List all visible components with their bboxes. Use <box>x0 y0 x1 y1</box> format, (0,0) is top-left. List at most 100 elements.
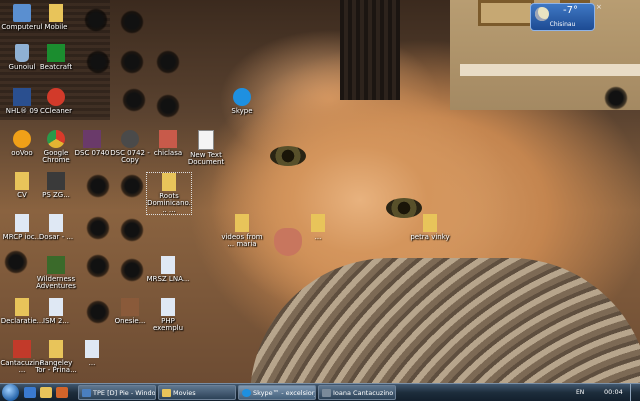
picture-frame <box>478 0 534 26</box>
desktop-icon-roots[interactable]: Roots Dominicano... ... <box>146 172 192 215</box>
scribble-mark <box>86 300 110 324</box>
scribble-mark <box>86 254 110 278</box>
icon-label: Beatcraft <box>39 63 73 71</box>
folder-icon <box>311 214 325 232</box>
text-document-icon <box>198 130 214 150</box>
recycle-bin-icon <box>15 44 29 62</box>
language-indicator[interactable]: EN <box>576 384 584 401</box>
taskbar: TPE [D] Pie - Window... Movies Skype™ - … <box>0 383 640 401</box>
desktop-icon-beatcraft[interactable]: Beatcraft <box>34 44 78 71</box>
window-icon <box>82 389 91 397</box>
desktop-icon-doc[interactable]: ... <box>70 340 114 367</box>
desktop-icon-ism[interactable]: ISM 2... <box>34 298 78 325</box>
image-icon <box>121 298 139 316</box>
taskbar-item[interactable]: Ioana Cantacuzino - ... <box>318 385 396 400</box>
scribble-mark <box>86 50 110 74</box>
folder-icon <box>49 340 63 358</box>
ccleaner-icon <box>47 88 65 106</box>
icon-label: CCleaner <box>40 107 72 115</box>
icon-label: ISM 2... <box>43 317 69 325</box>
scribble-mark <box>120 174 144 198</box>
taskbar-item-label: TPE [D] Pie - Window... <box>93 389 156 397</box>
media-player-icon[interactable] <box>56 387 68 398</box>
document-icon <box>49 214 63 232</box>
taskbar-item[interactable]: Skype™ - excelsior_5... <box>238 385 316 400</box>
skype-icon <box>242 389 251 397</box>
folder-icon <box>162 389 171 397</box>
weather-gadget[interactable]: -7° Chisinau <box>530 3 595 31</box>
desktop-icon-ccleaner[interactable]: CCleaner <box>34 88 78 115</box>
image-icon <box>47 172 65 190</box>
chrome-icon <box>47 130 65 148</box>
clock[interactable]: 00:04 <box>604 384 623 401</box>
game-icon <box>47 256 65 274</box>
icon-label: Skype <box>231 107 253 115</box>
desktop-icon-new-text-document[interactable]: New Text Document <box>184 130 228 166</box>
folder-icon <box>162 173 176 191</box>
folder-icon <box>423 214 437 232</box>
weather-temperature: -7° <box>563 5 578 16</box>
document-icon <box>49 298 63 316</box>
icon-label: petra vinky <box>410 233 450 241</box>
icon-label: PS ZG... <box>42 191 70 199</box>
start-button[interactable] <box>2 384 19 401</box>
taskbar-item-label: Ioana Cantacuzino - ... <box>333 389 395 397</box>
scribble-mark <box>156 50 180 74</box>
desktop-icon-ps[interactable]: PS ZG... <box>34 172 78 199</box>
desktop-icon-mrsz[interactable]: MRSZ LNA... <box>146 256 190 283</box>
moon-icon <box>535 7 549 21</box>
scribble-mark <box>156 94 180 118</box>
icon-label: PHP exemplu <box>152 317 184 332</box>
icon-label: MRSZ LNA... <box>146 275 190 283</box>
image-icon <box>121 130 139 148</box>
taskbar-item[interactable]: Movies <box>158 385 236 400</box>
scribble-mark <box>120 218 144 242</box>
shortcut-icon <box>13 340 31 358</box>
scribble-mark <box>84 8 108 32</box>
image-icon <box>159 130 177 148</box>
icon-label: New Text Document <box>187 151 225 166</box>
explorer-icon[interactable] <box>40 387 52 398</box>
icon-label: ... <box>88 359 96 367</box>
scribble-mark <box>120 50 144 74</box>
icon-label: Roots Dominicano... ... <box>147 192 191 214</box>
background-window <box>340 0 400 100</box>
folder-icon <box>235 214 249 232</box>
folder-icon <box>49 4 63 22</box>
scribble-mark <box>86 174 110 198</box>
icon-label: Dosar - ... <box>38 233 74 241</box>
icon-label: videos from ... maria <box>221 233 263 248</box>
desktop-icon-skype[interactable]: Skype <box>220 88 264 115</box>
weather-city: Chisinau <box>549 21 576 28</box>
desktop-icon-folder[interactable]: ... <box>296 214 340 241</box>
show-desktop-button[interactable] <box>630 384 640 401</box>
shelf <box>460 64 640 76</box>
desktop-icon-mobile[interactable]: Mobile <box>34 4 78 31</box>
cat-eye <box>270 146 306 166</box>
oovoo-icon <box>13 130 31 148</box>
ie-icon[interactable] <box>24 387 36 398</box>
icon-label: Wilderness Adventures <box>36 275 76 290</box>
desktop-icon-petra[interactable]: petra vinky <box>408 214 452 241</box>
desktop-icon-wilderness[interactable]: Wilderness Adventures <box>34 256 78 290</box>
skype-icon <box>233 88 251 106</box>
icon-label: Mobile <box>44 23 68 31</box>
taskbar-item-label: Skype™ - excelsior_5... <box>253 389 315 397</box>
desktop-icon-php[interactable]: PHP exemplu <box>146 298 190 332</box>
desktop-icon-videos[interactable]: videos from ... maria <box>220 214 264 248</box>
scribble-mark <box>122 88 146 112</box>
icon-label: ... <box>314 233 322 241</box>
beatcraft-icon <box>47 44 65 62</box>
chat-icon <box>322 389 331 397</box>
computer-icon <box>13 4 31 22</box>
document-icon <box>161 256 175 274</box>
cushion <box>250 258 640 383</box>
scribble-mark <box>120 258 144 282</box>
scribble-mark <box>86 216 110 240</box>
taskbar-item[interactable]: TPE [D] Pie - Window... <box>78 385 156 400</box>
desktop-icon-dosar[interactable]: Dosar - ... <box>34 214 78 241</box>
close-icon[interactable]: × <box>596 3 604 11</box>
scribble-mark <box>120 10 144 34</box>
scribble-mark <box>4 250 28 274</box>
document-icon <box>161 298 175 316</box>
